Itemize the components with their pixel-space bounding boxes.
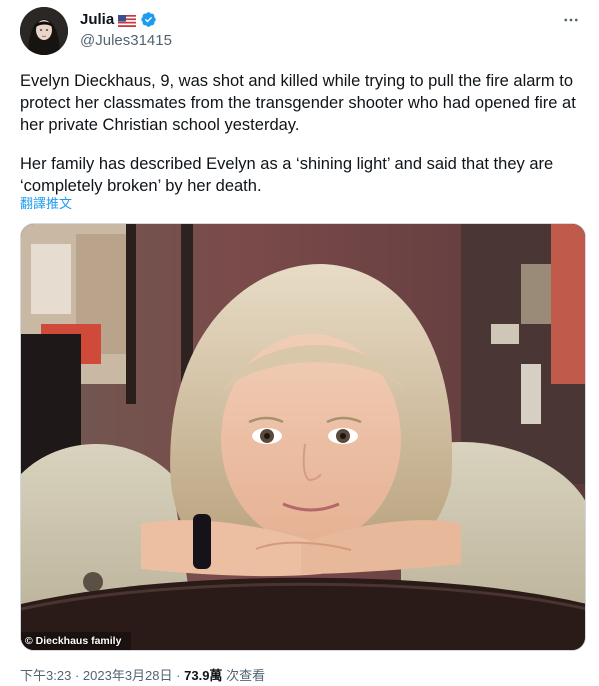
verified-badge-icon[interactable] (140, 11, 157, 28)
meta-separator: · (176, 668, 181, 683)
meta-separator: · (74, 668, 80, 683)
user-handle[interactable]: @Jules31415 (80, 32, 172, 49)
tweet-meta: 下午3:23 · 2023年3月28日 · 73.9萬 次查看 (20, 665, 265, 684)
tweet-text: Evelyn Dieckhaus, 9, was shot and killed… (20, 70, 586, 197)
tweet-photo[interactable]: © Dieckhaus family (20, 223, 586, 651)
tweet-paragraph: Evelyn Dieckhaus, 9, was shot and killed… (20, 72, 576, 134)
avatar[interactable] (20, 7, 68, 55)
us-flag-icon (118, 14, 137, 27)
photo-credit: © Dieckhaus family (25, 635, 122, 647)
user-name-row: Julia (80, 11, 157, 28)
views-count: 73.9萬 (184, 668, 223, 683)
more-dots-icon[interactable] (559, 8, 583, 32)
tweet-date[interactable]: 2023年3月28日 (83, 668, 173, 683)
views-label: 次查看 (226, 668, 266, 683)
tweet-time[interactable]: 下午3:23 (20, 668, 71, 683)
translate-tweet-link[interactable]: 翻譯推文 (20, 193, 72, 212)
display-name[interactable]: Julia (80, 11, 114, 28)
tweet-paragraph: Her family has described Evelyn as a ‘sh… (20, 155, 554, 195)
